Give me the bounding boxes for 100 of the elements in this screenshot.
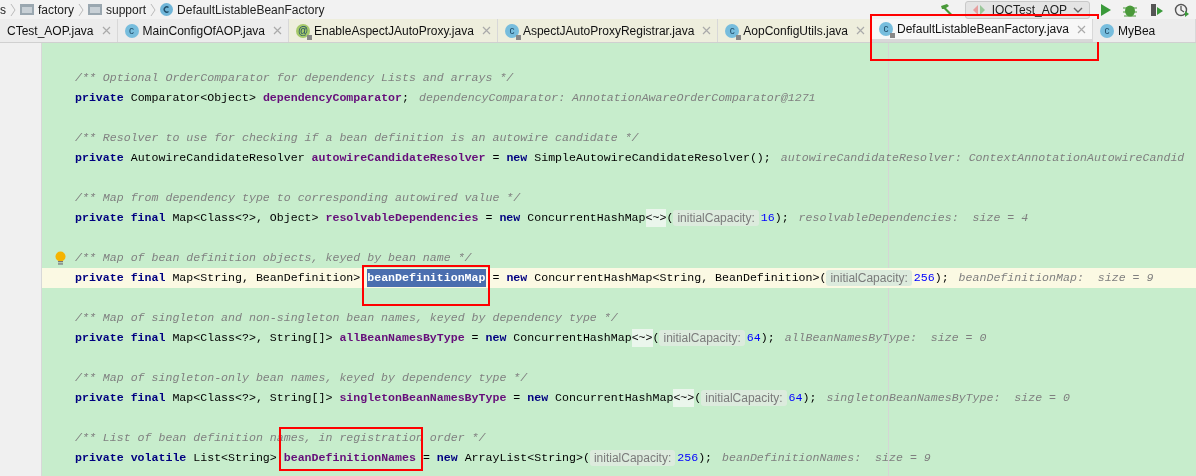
field-name: autowireCandidateResolver	[311, 150, 486, 167]
breadcrumb-link[interactable]: factory	[38, 3, 74, 16]
editor-tab[interactable]: c AopConfigUtils.java	[718, 19, 873, 42]
profiler-icon[interactable]	[1174, 2, 1190, 17]
code-text: Map<Class<?>, Object>	[172, 210, 320, 227]
code-comment: /** Map of bean definition objects, keyed by bean name */	[75, 250, 472, 267]
code-text: List<String>	[193, 450, 278, 467]
close-icon[interactable]	[273, 26, 282, 35]
code-text: =	[491, 270, 501, 287]
file-icon: c	[725, 23, 740, 38]
debug-value: beanDefinitionNames: size = 9	[722, 450, 931, 467]
close-icon[interactable]	[481, 26, 491, 35]
lightbulb-icon[interactable]	[55, 251, 66, 266]
coverage-icon[interactable]	[1148, 2, 1164, 17]
folded-type-arguments: <~>	[631, 329, 653, 347]
code-text: =	[421, 450, 431, 467]
breadcrumb-link[interactable]: s	[0, 3, 6, 16]
class-icon	[160, 3, 174, 16]
code-keyword: private final	[75, 330, 167, 347]
code-keyword: new	[485, 330, 508, 347]
code-keyword: new	[436, 450, 459, 467]
close-icon[interactable]	[856, 26, 866, 35]
code-text: =	[470, 330, 480, 347]
code-text: Map<Class<?>, String[]>	[172, 390, 334, 407]
editor-tab[interactable]: c DefaultListableBeanFactory.java	[872, 19, 1093, 42]
folded-type-arguments: <~>	[645, 209, 667, 227]
parameter-hint[interactable]: initialCapacity:	[589, 450, 676, 466]
code-comment: /** Map of singleton-only bean names, keyed by dependency type */	[75, 370, 528, 387]
number-literal: 16	[760, 210, 775, 227]
parameter-hint[interactable]: initialCapacity:	[701, 390, 787, 406]
debug-value: beanDefinitionMap: size = 9	[958, 270, 1154, 287]
code-comment: /** Optional OrderComparator for dependency Lists and arrays */	[75, 70, 514, 87]
code-text: AutowireCandidateResolver	[130, 150, 306, 167]
code-text: =	[512, 390, 522, 407]
editor-tab[interactable]: @ EnableAspectJAutoProxy.java	[289, 19, 498, 42]
code-text: Map<Class<?>, String[]>	[172, 330, 334, 347]
code-text: =	[491, 150, 501, 167]
number-literal: 256	[677, 450, 699, 467]
code-keyword: new	[506, 270, 529, 287]
code-keyword: new	[527, 390, 550, 407]
code-text: (	[652, 330, 660, 347]
code-text: );	[802, 390, 817, 407]
parameter-hint[interactable]: initialCapacity:	[673, 210, 759, 226]
run-icon[interactable]	[1100, 2, 1112, 17]
code-text: );	[934, 270, 949, 287]
code-keyword: new	[499, 210, 522, 227]
code-comment: /** Resolver to use for checking if a bean definition is an autowire candidate */	[75, 130, 639, 147]
file-icon: c	[504, 23, 519, 38]
field-name: resolvableDependencies	[325, 210, 479, 227]
code-text: );	[774, 210, 789, 227]
chevron-right-icon	[150, 2, 157, 17]
file-icon: c	[879, 22, 894, 36]
chevron-right-icon	[10, 2, 16, 17]
field-name: beanDefinitionNames	[283, 450, 416, 467]
code-text: ConcurrentHashMap	[513, 330, 632, 347]
code-keyword: private final	[75, 210, 167, 227]
code-text: ;	[402, 90, 409, 107]
folder-icon	[20, 4, 34, 15]
chevron-right-icon	[78, 2, 84, 17]
code-keyword: private final	[75, 270, 167, 287]
code-keyword: private	[75, 90, 125, 107]
code-text: ConcurrentHashMap	[527, 210, 646, 227]
parameter-hint[interactable]: initialCapacity:	[826, 270, 912, 286]
chevron-down-icon	[1073, 6, 1083, 13]
number-literal: 64	[788, 390, 803, 407]
code-text: ConcurrentHashMap	[555, 390, 674, 407]
code-text: Comparator<Object>	[130, 90, 257, 107]
breadcrumb-link[interactable]: support	[106, 3, 147, 16]
code-text: );	[698, 450, 713, 467]
file-icon: c	[1099, 23, 1114, 38]
code-comment: /** Map of singleton and non-singleton bean names, keyed by dependency type */	[75, 310, 618, 327]
number-literal: 64	[746, 330, 761, 347]
folder-icon	[88, 4, 102, 15]
editor-tab[interactable]: c AspectJAutoProxyRegistrar.java	[497, 19, 719, 42]
code-text: (	[694, 390, 702, 407]
breadcrumb-link[interactable]: DefaultListableBeanFactory	[177, 3, 325, 16]
close-icon[interactable]	[702, 26, 712, 35]
field-name: allBeanNamesByType	[339, 330, 465, 347]
file-icon: @	[296, 23, 310, 38]
code-text: SimpleAutowireCandidateResolver();	[534, 150, 771, 167]
code-keyword: private	[75, 150, 125, 167]
code-comment: /** Map from dependency type to corresponding autowired value */	[75, 190, 521, 207]
hammer-icon[interactable]	[938, 2, 955, 17]
close-icon[interactable]	[101, 26, 111, 35]
field-name: dependencyComparator	[262, 90, 403, 107]
code-text: );	[760, 330, 775, 347]
number-literal: 256	[913, 270, 935, 287]
close-icon[interactable]	[1076, 24, 1086, 34]
code-keyword: new	[506, 150, 529, 167]
debug-value: dependencyComparator: AnnotationAwareOrderComparator@1271	[419, 90, 816, 107]
parameter-hint[interactable]: initialCapacity:	[659, 330, 745, 346]
folded-type-arguments: <~>	[673, 389, 695, 407]
code-keyword: private final	[75, 390, 167, 407]
code-text: ArrayList<String>(	[464, 450, 590, 467]
app-icon	[971, 3, 986, 16]
code-keyword: private volatile	[75, 450, 188, 467]
debug-value: allBeanNamesByType: size = 0	[784, 330, 987, 347]
debug-value: singletonBeanNamesByType: size = 0	[826, 390, 1070, 407]
file-icon: c	[124, 23, 139, 38]
code-text: Map<String, BeanDefinition>	[172, 270, 362, 287]
